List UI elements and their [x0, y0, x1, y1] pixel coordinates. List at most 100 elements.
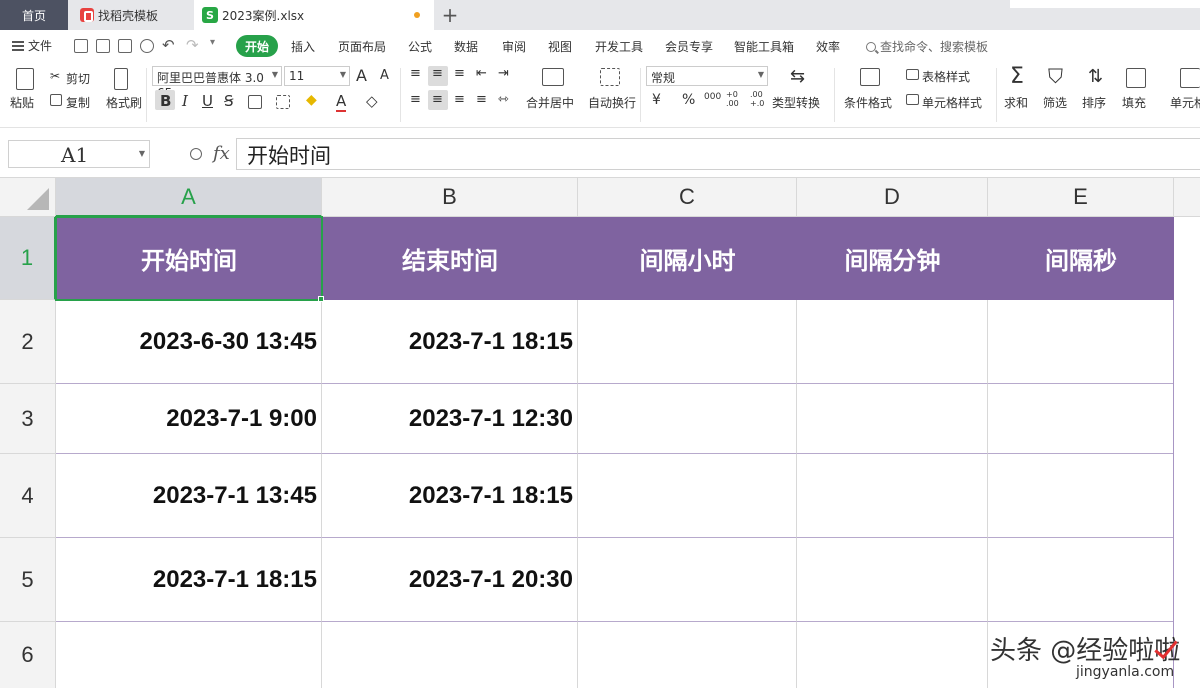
table-cell[interactable]: 2023-7-1 12:30: [322, 384, 578, 454]
copy-button[interactable]: 复制: [66, 94, 90, 111]
wrap-text-button[interactable]: 自动换行: [588, 94, 636, 111]
sum-button[interactable]: 求和: [1004, 94, 1028, 111]
underline-button[interactable]: U: [202, 92, 213, 110]
table-cell[interactable]: 2023-6-30 13:45: [56, 300, 322, 384]
menu-tab-formulas[interactable]: 公式: [408, 38, 432, 55]
menu-tab-insert[interactable]: 插入: [291, 38, 315, 55]
table-cell[interactable]: 2023-7-1 18:15: [322, 300, 578, 384]
merge-center-icon[interactable]: [542, 68, 564, 86]
table-cell[interactable]: [797, 454, 988, 538]
table-cell[interactable]: [988, 454, 1174, 538]
borders-icon[interactable]: [248, 95, 262, 109]
clear-format-icon[interactable]: ◇: [366, 92, 378, 110]
strikethrough-icon[interactable]: Ꞩ: [224, 92, 234, 110]
select-all-corner[interactable]: [0, 178, 56, 217]
column-header-d[interactable]: D: [797, 178, 988, 217]
number-format-select[interactable]: 常规 ▼: [646, 66, 768, 86]
fill-handle[interactable]: [318, 296, 324, 302]
table-cell[interactable]: 2023-7-1 20:30: [322, 538, 578, 622]
table-cell[interactable]: [56, 622, 322, 688]
header-cell-hours[interactable]: 间隔小时: [578, 217, 797, 300]
copy-icon[interactable]: [50, 94, 62, 106]
increase-indent-icon[interactable]: ⇥: [498, 66, 509, 81]
table-cell[interactable]: [578, 384, 797, 454]
table-cell[interactable]: [578, 300, 797, 384]
table-cell[interactable]: 2023-7-1 9:00: [56, 384, 322, 454]
menu-tab-data[interactable]: 数据: [454, 38, 478, 55]
table-cell[interactable]: 2023-7-1 18:15: [322, 454, 578, 538]
tab-spreadsheet[interactable]: S 2023案例.xlsx: [194, 0, 434, 30]
format-painter-button[interactable]: 格式刷: [106, 94, 142, 111]
cut-icon[interactable]: ✂: [50, 69, 60, 83]
increase-decimal-button[interactable]: +0 .00: [726, 90, 744, 108]
row-header-3[interactable]: 3: [0, 384, 56, 454]
menu-tab-view[interactable]: 视图: [548, 38, 572, 55]
row-header-4[interactable]: 4: [0, 454, 56, 538]
type-convert-button[interactable]: 类型转换: [772, 94, 820, 111]
font-size-select[interactable]: 11 ▼: [284, 66, 350, 86]
column-header-b[interactable]: B: [322, 178, 578, 217]
print-preview-icon[interactable]: [140, 39, 154, 53]
justify-icon[interactable]: ≡: [476, 92, 487, 107]
redo-icon[interactable]: ↷: [186, 36, 199, 54]
conditional-format-icon[interactable]: [860, 68, 880, 86]
tab-templates[interactable]: 找稻壳模板: [70, 0, 192, 30]
conditional-format-button[interactable]: 条件格式: [844, 94, 892, 111]
cell-style-button[interactable]: 单元格样式: [922, 94, 982, 111]
column-header-a[interactable]: A: [56, 178, 322, 217]
format-painter-icon[interactable]: [114, 68, 128, 90]
active-cell-selection[interactable]: [55, 216, 323, 301]
header-cell-seconds[interactable]: 间隔秒: [988, 217, 1174, 300]
cell-button[interactable]: 单元格: [1170, 94, 1200, 111]
filter-icon[interactable]: ⛉: [1048, 64, 1063, 88]
currency-button[interactable]: ¥: [652, 92, 661, 108]
column-header-c[interactable]: C: [578, 178, 797, 217]
zoom-formula-icon[interactable]: [190, 148, 202, 160]
font-grow-icon[interactable]: A: [356, 66, 367, 85]
insert-function-icon[interactable]: fx: [213, 143, 230, 164]
cell-style-icon[interactable]: [906, 94, 919, 105]
table-cell[interactable]: [322, 622, 578, 688]
export-icon[interactable]: [96, 39, 110, 53]
font-color-icon[interactable]: A: [336, 92, 347, 112]
filter-button[interactable]: 筛选: [1043, 94, 1067, 111]
table-cell[interactable]: [797, 384, 988, 454]
font-name-select[interactable]: 阿里巴巴普惠体 3.0 65▼: [152, 66, 282, 100]
decrease-indent-icon[interactable]: ⇤: [476, 66, 487, 81]
table-cell[interactable]: [988, 300, 1174, 384]
wrap-text-icon[interactable]: [600, 68, 620, 86]
command-search[interactable]: 查找命令、搜索模板: [866, 38, 988, 55]
header-cell-minutes[interactable]: 间隔分钟: [797, 217, 988, 300]
font-shrink-icon[interactable]: A: [380, 68, 389, 83]
row-header-1[interactable]: 1: [0, 217, 56, 300]
align-bottom-icon[interactable]: ≡: [454, 66, 465, 81]
sort-icon[interactable]: ⇅: [1088, 66, 1103, 87]
print-icon[interactable]: [118, 39, 132, 53]
row-header-6[interactable]: 6: [0, 622, 56, 688]
bold-button[interactable]: B: [160, 92, 171, 110]
align-left-icon[interactable]: ≡: [410, 92, 421, 107]
italic-button[interactable]: I: [182, 92, 188, 110]
table-cell[interactable]: [988, 538, 1174, 622]
cut-button[interactable]: 剪切: [66, 70, 90, 87]
sort-button[interactable]: 排序: [1082, 94, 1106, 111]
name-box[interactable]: A1 ▼: [8, 140, 150, 168]
save-icon[interactable]: [74, 39, 88, 53]
menu-tab-smart-tools[interactable]: 智能工具箱: [734, 38, 794, 55]
align-right-icon[interactable]: ≡: [454, 92, 465, 107]
column-header-f[interactable]: [1174, 178, 1200, 217]
fill-button[interactable]: 填充: [1122, 94, 1146, 111]
row-header-5[interactable]: 5: [0, 538, 56, 622]
table-cell[interactable]: 2023-7-1 18:15: [56, 538, 322, 622]
paste-button[interactable]: 粘贴: [10, 94, 34, 111]
customize-qa-icon[interactable]: ▾: [210, 37, 215, 48]
table-style-button[interactable]: 表格样式: [922, 68, 970, 85]
align-middle-icon[interactable]: ≡: [432, 66, 443, 81]
tab-home[interactable]: 首页: [0, 0, 68, 30]
menu-tab-review[interactable]: 审阅: [502, 38, 526, 55]
paste-icon[interactable]: [16, 68, 34, 90]
merge-center-button[interactable]: 合并居中: [526, 94, 574, 111]
table-cell[interactable]: [578, 538, 797, 622]
table-cell[interactable]: [797, 622, 988, 688]
sum-icon[interactable]: Σ: [1010, 64, 1024, 89]
